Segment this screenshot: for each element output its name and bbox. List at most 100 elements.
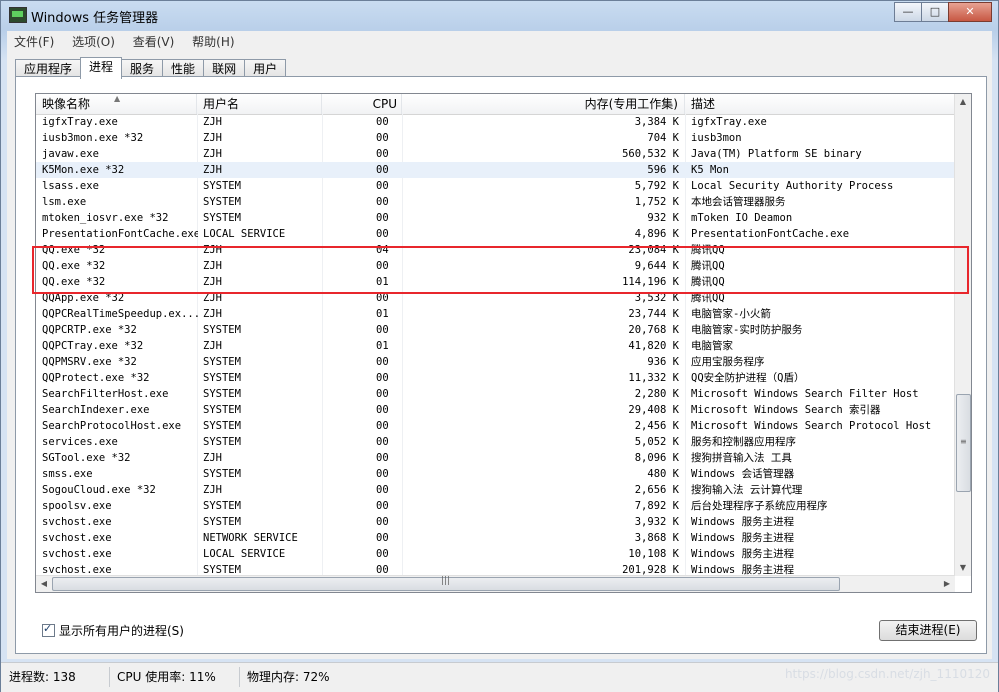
table-row[interactable]: QQPMSRV.exe *32 SYSTEM 00 936 K 应用宝服务程序 [36, 354, 955, 370]
cell-user-name: SYSTEM [203, 196, 241, 208]
table-row[interactable]: iusb3mon.exe *32 ZJH 00 704 K iusb3mon [36, 130, 955, 146]
table-row[interactable]: svchost.exe LOCAL SERVICE 00 10,108 K Window… [36, 546, 955, 562]
cell-image-name: mtoken_iosvr.exe *32 [42, 212, 169, 224]
cell-memory: 936 K [647, 356, 679, 368]
cell-cpu: 00 [376, 436, 389, 448]
cell-cpu: 00 [376, 212, 389, 224]
cell-user-name: ZJH [203, 148, 222, 160]
cell-image-name: K5Mon.exe *32 [42, 164, 125, 176]
table-row[interactable]: QQ.exe *32 ZJH 01 114,196 K 腾讯QQ [36, 274, 955, 290]
cell-description: PresentationFontCache.exe [691, 228, 850, 240]
cell-memory: 1,752 K [634, 196, 679, 208]
cell-memory: 5,792 K [634, 180, 679, 192]
cell-user-name: LOCAL SERVICE [203, 228, 286, 240]
tab-processes[interactable]: 进程 [80, 57, 123, 79]
table-row[interactable]: QQApp.exe *32 ZJH 00 3,532 K 腾讯QQ [36, 290, 955, 306]
table-row[interactable]: SearchProtocolHost.exe SYSTEM 00 2,456 K Mic… [36, 418, 955, 434]
menu-view[interactable]: 查看(V) [126, 31, 182, 52]
table-row[interactable]: QQPCRealTimeSpeedup.ex... ZJH 01 23,744 K 电脑… [36, 306, 955, 322]
cell-image-name: SogouCloud.exe *32 [42, 484, 156, 496]
table-row[interactable]: services.exe SYSTEM 00 5,052 K 服务和控制器应用程序 [36, 434, 955, 450]
vertical-scrollbar[interactable]: ▲ ≡ ▼ [954, 94, 971, 576]
cell-cpu: 01 [376, 276, 389, 288]
show-all-users-option[interactable]: 显示所有用户的进程(S) [42, 622, 184, 639]
process-list[interactable]: 映像名称 ▲ 用户名 CPU 内存(专用工作集) 描述 igfxTray.exe Z… [35, 93, 972, 593]
table-row[interactable]: SearchFilterHost.exe SYSTEM 00 2,280 K Micro… [36, 386, 955, 402]
table-row[interactable]: svchost.exe SYSTEM 00 3,932 K Windows 服务主进程 [36, 514, 955, 530]
cell-cpu: 00 [376, 548, 389, 560]
table-row[interactable]: SogouCloud.exe *32 ZJH 00 2,656 K 搜狗输入法 云计算代… [36, 482, 955, 498]
status-process-count: 进程数: 138 [5, 667, 110, 687]
column-image-name[interactable]: 映像名称 ▲ [36, 94, 197, 114]
table-row[interactable]: javaw.exe ZJH 00 560,532 K Java(TM) Platform… [36, 146, 955, 162]
cell-memory: 9,644 K [634, 260, 679, 272]
table-row[interactable]: SearchIndexer.exe SYSTEM 00 29,408 K Microso… [36, 402, 955, 418]
table-row[interactable]: smss.exe SYSTEM 00 480 K Windows 会话管理器 [36, 466, 955, 482]
cell-memory: 480 K [647, 468, 679, 480]
cell-description: Local Security Authority Process [691, 180, 894, 192]
table-row[interactable]: QQPCRTP.exe *32 SYSTEM 00 20,768 K 电脑管家-实时防护… [36, 322, 955, 338]
cell-image-name: services.exe [42, 436, 118, 448]
cell-image-name: spoolsv.exe [42, 500, 112, 512]
scroll-down-icon[interactable]: ▼ [955, 560, 971, 576]
scroll-left-icon[interactable]: ◀ [36, 576, 52, 592]
column-user-name[interactable]: 用户名 [197, 94, 322, 114]
title-bar[interactable]: Windows 任务管理器 — □ ✕ [1, 1, 998, 29]
cell-cpu: 00 [376, 260, 389, 272]
cell-description: QQ安全防护进程（Q盾） [691, 372, 805, 384]
table-row[interactable]: spoolsv.exe SYSTEM 00 7,892 K 后台处理程序子系统应用程序 [36, 498, 955, 514]
horizontal-scroll-thumb[interactable]: ||| [52, 576, 840, 591]
table-row[interactable]: QQ.exe *32 ZJH 00 9,644 K 腾讯QQ [36, 258, 955, 274]
column-cpu[interactable]: CPU [322, 94, 402, 114]
cell-user-name: ZJH [203, 164, 222, 176]
horizontal-scrollbar[interactable]: ◀ ||| ▶ [36, 575, 955, 592]
cell-user-name: ZJH [203, 308, 222, 320]
cell-image-name: javaw.exe [42, 148, 99, 160]
table-row[interactable]: QQ.exe *32 ZJH 04 23,084 K 腾讯QQ [36, 242, 955, 258]
column-description[interactable]: 描述 [685, 94, 955, 114]
table-row[interactable]: igfxTray.exe ZJH 00 3,384 K igfxTray.exe [36, 114, 955, 130]
cell-image-name: lsass.exe [42, 180, 99, 192]
menu-bar: 文件(F) 选项(O) 查看(V) 帮助(H) [7, 31, 992, 51]
table-row[interactable]: QQProtect.exe *32 SYSTEM 00 11,332 K QQ安全防护进… [36, 370, 955, 386]
table-row[interactable]: K5Mon.exe *32 ZJH 00 596 K K5 Mon [36, 162, 955, 178]
cell-image-name: svchost.exe [42, 516, 112, 528]
table-row[interactable]: svchost.exe NETWORK SERVICE 00 3,868 K Windo… [36, 530, 955, 546]
end-process-button[interactable]: 结束进程(E) [879, 620, 977, 641]
table-row[interactable]: lsass.exe SYSTEM 00 5,792 K Local Security A… [36, 178, 955, 194]
column-memory[interactable]: 内存(专用工作集) [402, 94, 685, 114]
cell-description: 电脑管家-实时防护服务 [691, 324, 803, 336]
table-row[interactable]: lsm.exe SYSTEM 00 1,752 K 本地会话管理器服务 [36, 194, 955, 210]
cell-image-name: igfxTray.exe [42, 116, 118, 128]
cell-cpu: 00 [376, 420, 389, 432]
maximize-button[interactable]: □ [921, 2, 949, 22]
sort-ascending-icon: ▲ [114, 94, 121, 103]
scroll-up-icon[interactable]: ▲ [955, 94, 971, 110]
cell-user-name: LOCAL SERVICE [203, 548, 286, 560]
menu-file[interactable]: 文件(F) [7, 31, 61, 52]
menu-help[interactable]: 帮助(H) [185, 31, 241, 52]
table-row[interactable]: SGTool.exe *32 ZJH 00 8,096 K 搜狗拼音输入法 工具 [36, 450, 955, 466]
cell-description: Windows 服务主进程 [691, 532, 795, 544]
minimize-button[interactable]: — [894, 2, 922, 22]
cell-image-name: PresentationFontCache.exe [42, 228, 198, 240]
cell-cpu: 00 [376, 116, 389, 128]
close-button[interactable]: ✕ [948, 2, 992, 22]
cell-image-name: svchost.exe [42, 548, 112, 560]
table-row[interactable]: PresentationFontCache.exe LOCAL SERVICE 00… [36, 226, 955, 242]
cell-user-name: NETWORK SERVICE [203, 532, 298, 544]
cell-image-name: lsm.exe [42, 196, 87, 208]
menu-options[interactable]: 选项(O) [65, 31, 122, 52]
scroll-right-icon[interactable]: ▶ [939, 576, 955, 592]
cell-description: iusb3mon [691, 132, 742, 144]
table-row[interactable]: QQPCTray.exe *32 ZJH 01 41,820 K 电脑管家 [36, 338, 955, 354]
vertical-scroll-thumb[interactable]: ≡ [956, 394, 971, 492]
show-all-users-checkbox[interactable] [42, 622, 55, 637]
cell-user-name: SYSTEM [203, 404, 241, 416]
show-all-users-label: 显示所有用户的进程(S) [59, 624, 184, 638]
cell-cpu: 00 [376, 500, 389, 512]
table-row[interactable]: mtoken_iosvr.exe *32 SYSTEM 00 932 K mToken … [36, 210, 955, 226]
cell-user-name: ZJH [203, 452, 222, 464]
cell-description: 服务和控制器应用程序 [691, 436, 796, 448]
cell-description: 腾讯QQ [691, 260, 725, 272]
